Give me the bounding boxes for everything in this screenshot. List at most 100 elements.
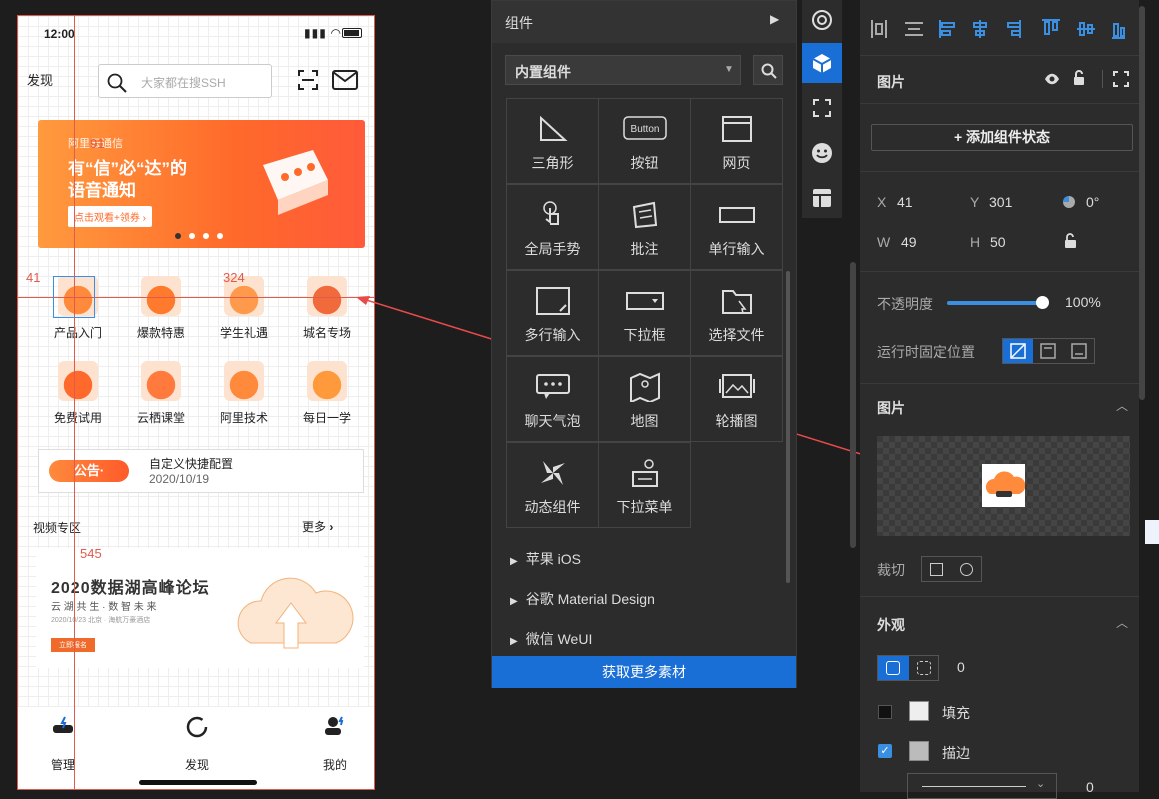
component-file[interactable]: 选择文件 (690, 270, 783, 356)
component-group[interactable]: ▶ 苹果 iOS (510, 549, 581, 569)
w-input[interactable]: 49 (901, 234, 917, 250)
y-input[interactable]: 301 (989, 194, 1012, 210)
component-scrollbar[interactable] (786, 271, 790, 583)
component-set-select[interactable]: 内置组件 ▼ (505, 55, 741, 85)
stroke-color-swatch[interactable] (909, 741, 929, 761)
component-button[interactable]: Button 按钮 (598, 98, 691, 184)
component-single-input[interactable]: 单行输入 (690, 184, 783, 270)
crop-circle-icon[interactable] (960, 563, 973, 576)
get-more-assets-button[interactable]: 获取更多素材 (492, 656, 796, 688)
tab-discover[interactable]: 发现 (172, 715, 222, 773)
mail-icon[interactable] (332, 70, 358, 90)
component-dynamic[interactable]: 动态组件 (506, 442, 599, 528)
props-scrollbar[interactable] (1139, 6, 1145, 400)
fix-bottom-icon[interactable] (1071, 343, 1087, 359)
component-select[interactable]: 下拉框 (598, 270, 691, 356)
tab-mine[interactable]: 我的 (310, 715, 360, 773)
carousel-dot[interactable] (203, 233, 209, 239)
scan-icon[interactable] (298, 70, 318, 90)
add-state-button[interactable]: + 添加组件状态 (871, 124, 1133, 151)
selection-box[interactable] (53, 276, 95, 318)
tool-components[interactable] (802, 43, 842, 83)
carousel-dot[interactable] (217, 233, 223, 239)
canvas-scrollbar[interactable] (850, 262, 856, 548)
component-label: 按钮 (630, 155, 659, 171)
component-dropdown-menu[interactable]: 下拉菜单 (598, 442, 691, 528)
more-link[interactable]: 更多 › (302, 518, 333, 535)
manage-icon (53, 716, 73, 733)
stroke-style-select[interactable]: ⌄ (907, 773, 1057, 799)
rotation-input[interactable]: 0° (1086, 194, 1099, 210)
search-input[interactable]: 大家都在搜SSH (98, 64, 272, 98)
grid-item[interactable]: 学生礼遇 (204, 276, 284, 341)
dynamic-icon (507, 453, 598, 493)
component-carousel[interactable]: 轮播图 (690, 356, 783, 442)
fill-checkbox[interactable] (878, 705, 892, 719)
grid-item-icon (58, 361, 98, 401)
stroke-checkbox[interactable]: ✓ (878, 744, 892, 758)
property-panel: 图片 + 添加组件状态 X 41 Y 301 0° W 49 H 50 不透明度… (860, 0, 1139, 799)
component-webpage[interactable]: 网页 (690, 98, 783, 184)
banner-cta[interactable]: 点击观看+领券 › (68, 206, 152, 227)
carousel-dot[interactable] (189, 233, 195, 239)
component-map[interactable]: 地图 (598, 356, 691, 442)
tool-master[interactable] (802, 88, 842, 128)
tool-target[interactable] (802, 0, 842, 40)
dropdown-menu-icon (599, 453, 690, 493)
tab-manage[interactable]: 管理 (38, 715, 88, 773)
component-group[interactable]: ▶ 微信 WeUI (510, 629, 592, 649)
grid-item[interactable]: 城名专场 (287, 276, 367, 341)
fix-top-icon[interactable] (1040, 343, 1056, 359)
collapse-icon[interactable]: ︿ (1116, 614, 1128, 631)
phone-canvas[interactable]: 12:00 ▮▮▮ ◠ 发现 大家都在搜SSH 阿里云通信 有“信”必“达”的 … (17, 15, 375, 790)
no-fix-icon (1010, 343, 1026, 359)
component-chat[interactable]: 聊天气泡 (506, 356, 599, 442)
tool-templates[interactable] (802, 178, 842, 218)
stroke-width-input[interactable]: 0 (1086, 779, 1094, 795)
component-multi-input[interactable]: 多行输入 (506, 270, 599, 356)
master-icon[interactable] (1113, 71, 1129, 87)
component-triangle[interactable]: 三角形 (506, 98, 599, 184)
multi-input-icon (507, 281, 598, 321)
promo-banner[interactable]: 阿里云通信 有“信”必“达”的 语音通知 点击观看+领券 › (38, 120, 365, 248)
layout-icon (813, 189, 831, 207)
radius-input[interactable]: 0 (957, 659, 965, 675)
notice-title: 自定义快捷配置 (149, 457, 234, 471)
video-banner[interactable]: 2020数据湖高峰论坛 云 湖 共 生 · 数 智 未 来 2020/10/23… (36, 548, 364, 668)
tool-icons[interactable] (802, 133, 842, 173)
fixed-none-button[interactable] (1003, 339, 1033, 363)
component-group-label: 微信 WeUI (525, 631, 593, 647)
radius-each-icon[interactable] (917, 661, 931, 675)
radius-all-button[interactable] (878, 656, 909, 680)
grid-item[interactable]: 每日一学 (287, 361, 367, 426)
x-input[interactable]: 41 (897, 194, 913, 210)
opacity-slider-knob[interactable] (1036, 296, 1049, 309)
component-gesture[interactable]: 全局手势 (506, 184, 599, 270)
fill-color-swatch[interactable] (909, 701, 929, 721)
component-header[interactable]: 组件 ▶ (492, 1, 796, 43)
notice-bar[interactable]: 公告· 自定义快捷配置 2020/10/19 (38, 449, 364, 493)
grid-item[interactable]: 阿里技术 (204, 361, 284, 426)
grid-item[interactable]: 爆款特惠 (121, 276, 201, 341)
component-annotation[interactable]: 批注 (598, 184, 691, 270)
image-preview[interactable] (877, 436, 1130, 536)
carousel-dot[interactable] (175, 233, 181, 239)
collapse-icon[interactable]: ︿ (1116, 397, 1128, 414)
opacity-slider[interactable] (947, 296, 1049, 309)
unlock-icon[interactable] (1072, 70, 1086, 86)
eye-icon[interactable] (1044, 72, 1060, 86)
chevron-right-icon: › (329, 520, 334, 534)
grid-item[interactable]: 云栖课堂 (121, 361, 201, 426)
unlock-ratio-icon[interactable] (1064, 233, 1077, 249)
component-search-button[interactable] (753, 55, 783, 85)
grid-item[interactable]: 免费试用 (38, 361, 118, 426)
opacity-value[interactable]: 100% (1065, 294, 1101, 310)
crop-rect-icon[interactable] (930, 563, 943, 576)
button-icon: Button (599, 109, 690, 149)
video-cta[interactable]: 立即报名 (51, 638, 95, 652)
guide-label-top: 324 (223, 270, 245, 285)
component-group[interactable]: ▶ 谷歌 Material Design (510, 589, 655, 609)
h-input[interactable]: 50 (990, 234, 1006, 250)
image-thumbnail (982, 464, 1026, 507)
align-icons[interactable] (870, 18, 1125, 40)
